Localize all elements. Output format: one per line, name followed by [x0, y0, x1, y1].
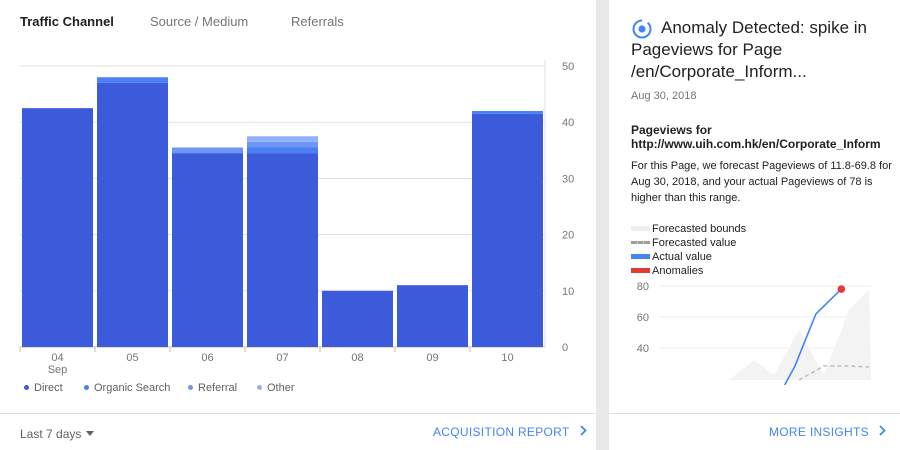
x-tick-label: 05	[126, 352, 138, 364]
legend-item-other: Other	[257, 382, 295, 394]
metric-page-url: http://www.uih.com.hk/en/Corporate_Infor…	[631, 137, 881, 151]
anomaly-mini-chart: 80 60 40	[637, 281, 871, 385]
traffic-channel-card: Traffic Channel Source / Medium Referral…	[0, 0, 596, 450]
y-tick-label: 0	[562, 342, 568, 354]
bar-segment	[22, 108, 93, 348]
y-tick-label: 10	[562, 286, 574, 298]
y-tick-label: 40	[562, 117, 574, 129]
bar-segment	[247, 136, 318, 142]
x-tick-label: 06	[201, 352, 213, 364]
y-tick-label: 80	[637, 281, 649, 293]
legend-label: Direct	[34, 382, 63, 394]
legend-label: Referral	[198, 382, 238, 394]
bar-segment	[322, 290, 393, 347]
bar-segment	[247, 153, 318, 347]
bar-segment	[172, 153, 243, 347]
legend-label: Forecasted bounds	[652, 223, 747, 235]
acquisition-report-link[interactable]: ACQUISITION REPORT	[433, 425, 587, 439]
legend-label: Organic Search	[94, 382, 171, 394]
legend-label: Forecasted value	[652, 237, 737, 249]
date-range-dropdown[interactable]: Last 7 days	[20, 427, 95, 441]
chevron-right-icon	[879, 425, 886, 439]
y-tick-label: 40	[637, 343, 649, 355]
bar-segment	[247, 147, 318, 154]
legend-dot	[84, 384, 89, 390]
bar-segment	[472, 110, 543, 114]
tab-referrals[interactable]: Referrals	[291, 14, 344, 29]
x-tick-label: 08	[351, 352, 363, 364]
legend-item-forecasted-value: Forecasted value	[631, 236, 746, 250]
legend-swatch	[631, 225, 650, 231]
bar-segment	[97, 77, 168, 83]
bar-segment	[247, 141, 318, 148]
x-tick-label: 04	[51, 352, 63, 364]
more-insights-link[interactable]: MORE INSIGHTS	[769, 425, 886, 439]
tab-traffic-channel[interactable]: Traffic Channel	[20, 14, 114, 29]
insight-description: For this Page, we forecast Pageviews of …	[631, 160, 892, 204]
traffic-bar-chart: 0 10 20 30 40 50 04Sep 05 06 07 08 09 10	[19, 60, 574, 376]
y-tick-label: 30	[562, 173, 574, 185]
chevron-right-icon	[579, 425, 587, 439]
tab-source-medium[interactable]: Source / Medium	[150, 14, 248, 29]
anomaly-point	[837, 285, 846, 293]
legend-item-referral: Referral	[188, 382, 237, 394]
y-tick-label: 50	[562, 61, 574, 73]
y-tick-label: 60	[637, 312, 649, 324]
bar-segment	[172, 147, 243, 154]
more-insights-label: MORE INSIGHTS	[769, 425, 869, 439]
insight-title[interactable]: Anomaly Detected: spike in Pageviews for…	[631, 17, 896, 83]
legend-label: Other	[267, 382, 295, 394]
bar-segment	[397, 285, 468, 347]
footer-divider	[609, 413, 900, 414]
insight-card: Anomaly Detected: spike in Pageviews for…	[609, 0, 900, 450]
bar-segment	[97, 82, 168, 348]
acquisition-report-label: ACQUISITION REPORT	[433, 425, 570, 439]
footer-divider	[0, 413, 596, 414]
legend-dot	[188, 384, 193, 390]
legend-dot	[24, 384, 29, 390]
legend-swatch	[631, 240, 650, 244]
legend-item-direct: Direct	[24, 382, 63, 394]
legend-item-forecasted-bounds: Forecasted bounds	[631, 222, 746, 236]
insight-date: Aug 30, 2018	[631, 90, 697, 102]
forecast-bounds-band	[729, 290, 871, 380]
x-tick-label: 07	[276, 352, 288, 364]
legend-item-actual-value: Actual value	[631, 250, 746, 264]
x-tick-label: 10	[501, 352, 513, 364]
date-range-label: Last 7 days	[20, 427, 82, 441]
x-tick-sublabel: Sep	[48, 364, 68, 376]
legend-swatch	[631, 253, 650, 259]
legend-item-organic-search: Organic Search	[84, 382, 170, 394]
legend-label: Actual value	[652, 251, 712, 263]
metric-title: Pageviews for http://www.uih.com.hk/en/C…	[631, 123, 900, 151]
bar-segment	[472, 113, 543, 347]
y-tick-label: 20	[562, 230, 574, 242]
metric-title-line: Pageviews for	[631, 123, 712, 137]
caret-down-icon	[86, 431, 95, 437]
x-tick-label: 09	[426, 352, 438, 364]
legend-dot	[257, 384, 262, 390]
